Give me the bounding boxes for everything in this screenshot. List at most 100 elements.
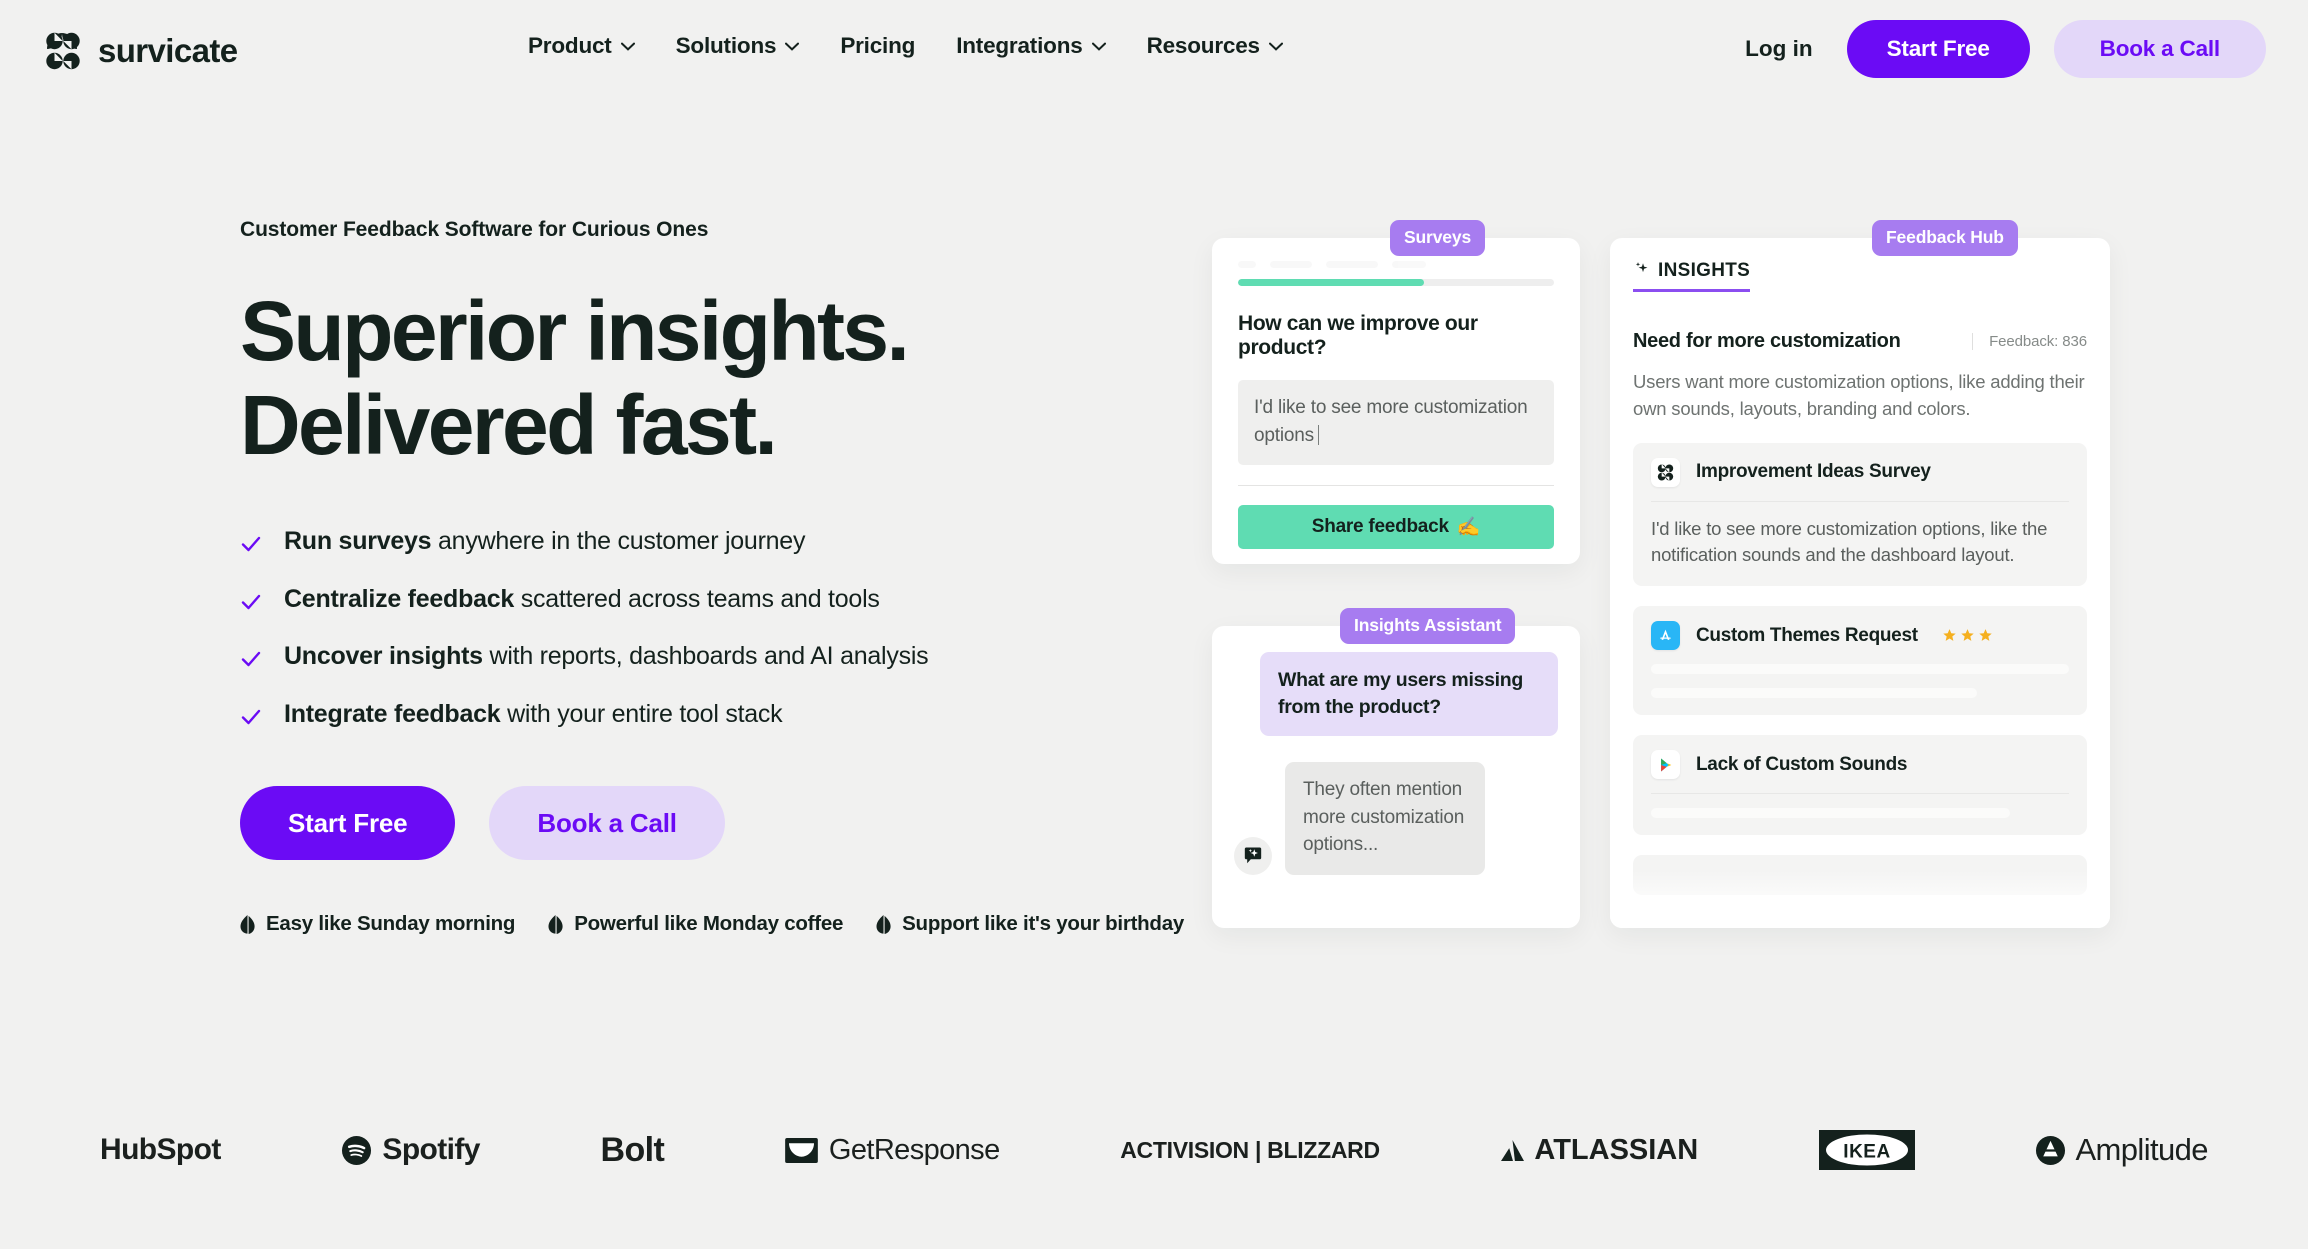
getresponse-wordmark: GetResponse: [828, 1133, 1000, 1166]
hero-eyebrow: Customer Feedback Software for Curious O…: [240, 218, 709, 241]
hub-feedback-item[interactable]: Custom Themes Request: [1633, 606, 2087, 716]
nav-item-product[interactable]: Product: [528, 33, 635, 59]
tagline-label: Powerful like Monday coffee: [574, 912, 844, 936]
list-item-rest: anywhere in the customer journey: [431, 527, 806, 556]
header-actions: Log in Start Free Book a Call: [1745, 20, 2266, 78]
sparkle-icon: [1633, 260, 1650, 282]
nav-item-label: Pricing: [840, 33, 916, 58]
hub-feedback-item-partial[interactable]: [1633, 855, 2087, 896]
logo-spotify: Spotify: [341, 1133, 480, 1167]
page-title: Superior insights. Delivered fast.: [240, 284, 1120, 472]
activision-blizzard-logo-icon: ACTIVISION | BLIZZARD: [1120, 1136, 1380, 1163]
logo-atlassian: ATLASSIAN: [1500, 1134, 1698, 1167]
feedback-hub-card[interactable]: INSIGHTS Need for more customization Fee…: [1610, 238, 2110, 928]
chevron-down-icon: [785, 42, 800, 51]
hub-item-title: Lack of Custom Sounds: [1696, 753, 1908, 775]
insights-assistant-card[interactable]: What are my users missing from the produ…: [1212, 626, 1580, 928]
svg-text:IKEA: IKEA: [1843, 1142, 1890, 1163]
site-header: survicate Product Solutions Pricing Inte…: [0, 0, 2308, 118]
primary-nav: Product Solutions Pricing Integrations R…: [528, 33, 1283, 59]
leaf-icon: [876, 914, 891, 934]
survey-question: How can we improve our product?: [1238, 312, 1478, 359]
nav-item-pricing[interactable]: Pricing: [840, 33, 915, 59]
tagline: Easy like Sunday morning: [240, 912, 515, 936]
header-start-free-button[interactable]: Start Free: [1846, 20, 2030, 78]
hero-copy: Customer Feedback Software for Curious O…: [240, 218, 1184, 936]
tagline-label: Easy like Sunday morning: [266, 912, 516, 936]
ikea-logo-icon: IKEA: [1818, 1130, 1915, 1170]
landing-page: survicate Product Solutions Pricing Inte…: [0, 0, 2308, 1249]
logo-getresponse: GetResponse: [785, 1134, 1000, 1167]
writing-hand-emoji-icon: ✍️: [1456, 517, 1481, 539]
hub-feedback-item[interactable]: Lack of Custom Sounds: [1633, 735, 2087, 836]
list-item-text: Uncover insights with reports, dashboard…: [284, 642, 929, 671]
nav-item-label: Integrations: [956, 33, 1083, 58]
bolt-logo-icon: Bolt: [600, 1130, 665, 1169]
login-link[interactable]: Log in: [1745, 36, 1812, 62]
list-item: Centralize feedback scattered across tea…: [240, 584, 1120, 614]
hub-item-header: Lack of Custom Sounds: [1651, 750, 2069, 780]
tagline-label: Support like it's your birthday: [902, 912, 1185, 936]
spotify-logo-icon: [342, 1135, 372, 1165]
hero-product-preview: Surveys How can we improve our product? …: [1212, 220, 2112, 938]
nav-item-label: Solutions: [675, 33, 777, 58]
list-item-text: Run surveys anywhere in the customer jou…: [284, 527, 806, 556]
star-icon: [1979, 629, 1992, 642]
list-item: Uncover insights with reports, dashboard…: [240, 642, 1120, 671]
hubspot-logo-icon: HubSpot: [100, 1133, 221, 1166]
hero-cta-row: Start Free Book a Call: [240, 786, 1120, 861]
nav-item-solutions[interactable]: Solutions: [676, 33, 800, 59]
chevron-down-icon: [1268, 42, 1283, 51]
list-item-bold: Integrate feedback: [284, 699, 501, 728]
brand-name: survicate: [98, 32, 238, 69]
list-item: Run surveys anywhere in the customer jou…: [240, 527, 1120, 556]
insights-tab[interactable]: INSIGHTS: [1633, 260, 1751, 292]
tagline: Powerful like Monday coffee: [548, 912, 843, 936]
divider: [1651, 793, 2069, 795]
assistant-user-message: What are my users missing from the produ…: [1260, 652, 1558, 737]
list-item-bold: Centralize feedback: [284, 584, 515, 613]
survey-answer-input[interactable]: I'd like to see more customization optio…: [1238, 380, 1554, 466]
logo-hubspot: HubSpot: [100, 1133, 221, 1167]
survicate-pinwheel-logo-icon: [42, 30, 84, 72]
survey-progress-fill: [1238, 279, 1425, 286]
nav-item-integrations[interactable]: Integrations: [956, 33, 1106, 59]
header-book-a-call-button[interactable]: Book a Call: [2053, 20, 2266, 78]
app-store-icon: [1651, 621, 1680, 651]
share-feedback-button[interactable]: Share feedback ✍️: [1238, 505, 1554, 550]
divider: [1238, 485, 1554, 487]
google-play-icon: [1651, 750, 1680, 780]
nav-item-label: Product: [528, 33, 612, 58]
nav-item-label: Resources: [1146, 33, 1260, 58]
hub-item-title: Improvement Ideas Survey: [1696, 461, 1931, 483]
share-feedback-label: Share feedback: [1311, 516, 1449, 538]
logo-activision-blizzard: ACTIVISION | BLIZZARD: [1120, 1137, 1380, 1164]
pill-insights-assistant: Insights Assistant: [1340, 608, 1516, 644]
insight-description: Users want more customization options, l…: [1633, 371, 2085, 419]
amplitude-wordmark: Amplitude: [2075, 1132, 2208, 1167]
list-item-bold: Uncover insights: [284, 642, 483, 671]
hero-start-free-button[interactable]: Start Free: [240, 786, 456, 861]
headline-line-2: Delivered fast.: [240, 378, 778, 473]
nav-item-resources[interactable]: Resources: [1147, 33, 1283, 59]
list-item-rest: with reports, dashboards and AI analysis: [482, 642, 929, 671]
star-icon: [1961, 629, 1974, 642]
hub-feedback-item[interactable]: Improvement Ideas Survey I'd like to see…: [1633, 442, 2087, 587]
pill-surveys: Surveys: [1390, 220, 1486, 256]
survey-answer-value: I'd like to see more customization optio…: [1254, 397, 1528, 446]
star-rating: [1942, 628, 1993, 643]
assistant-reply-row: They often mention more customization op…: [1234, 762, 1558, 875]
tagline: Support like it's your birthday: [876, 912, 1184, 936]
hub-item-header: Custom Themes Request: [1651, 621, 2069, 651]
chevron-down-icon: [1091, 42, 1106, 51]
divider: [1651, 500, 2069, 502]
survey-progress-bar: [1238, 279, 1554, 286]
pill-feedback-hub: Feedback Hub: [1872, 220, 2018, 256]
hero-book-a-call-button[interactable]: Book a Call: [489, 786, 725, 861]
hub-item-skeleton-line: [1651, 808, 2011, 819]
list-item-bold: Run surveys: [284, 527, 432, 556]
brand-logo[interactable]: survicate: [42, 30, 238, 72]
logo-ikea: IKEA: [1818, 1130, 1915, 1170]
insight-feedback-count: Feedback: 836: [1972, 333, 2087, 350]
survey-card[interactable]: How can we improve our product? I'd like…: [1212, 238, 1580, 564]
